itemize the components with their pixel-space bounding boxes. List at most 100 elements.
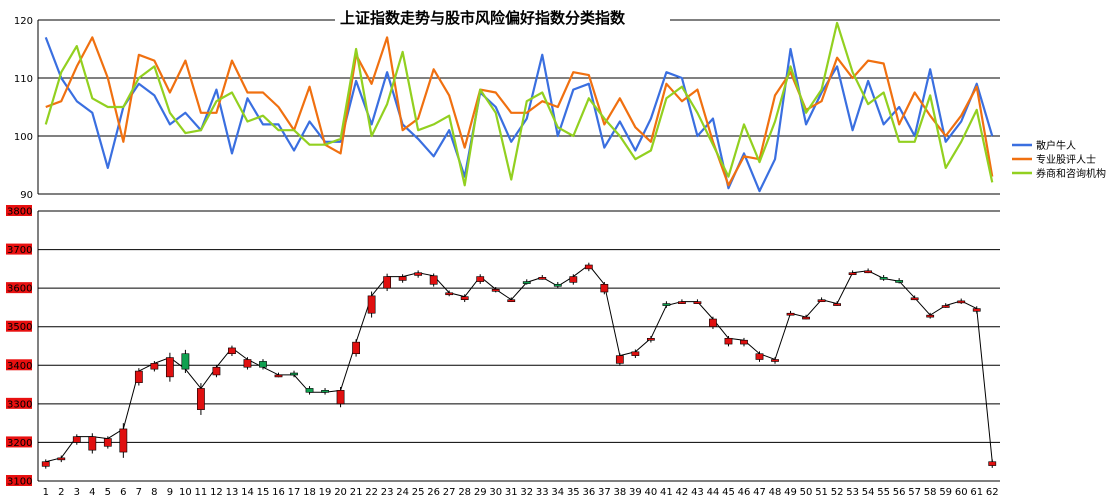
candle-body [57, 457, 66, 461]
candle-body [305, 388, 314, 393]
candle-body [988, 461, 997, 466]
x-tick-label: 51 [815, 487, 828, 498]
x-tick-label: 38 [613, 487, 626, 498]
x-tick-label: 40 [645, 487, 658, 498]
x-tick-label: 21 [350, 487, 363, 498]
x-axis: 1 2 3 4 5 6 7 8 9 10 11 12 13 14 15 16 17 18 19 20 21 22 23 24 2… [38, 480, 1000, 498]
candle-body [383, 276, 392, 289]
candle-body [817, 299, 826, 303]
candle-body [72, 436, 81, 443]
candle-body [553, 283, 562, 287]
x-tick-label: 47 [753, 487, 766, 498]
x-tick-label: 39 [629, 487, 642, 498]
bottom-y-tick-label: 3100 [7, 477, 32, 488]
candle-body [414, 272, 423, 276]
bottom-y-tick-label: 3700 [7, 245, 32, 256]
x-tick-label: 10 [179, 487, 192, 498]
x-tick-label: 16 [272, 487, 285, 498]
x-tick-label: 44 [707, 487, 720, 498]
candle-body [181, 353, 190, 370]
chart-area: 90 100 110 120 上证指数走势与股市风险偏好指数分类指数 散户牛人 专业股评… [0, 0, 1120, 500]
x-tick-label: 9 [167, 487, 173, 498]
candle-body [631, 351, 640, 356]
candle-body [662, 303, 671, 306]
x-tick-label: 7 [136, 487, 142, 498]
x-tick-label: 24 [396, 487, 409, 498]
candle-body [833, 303, 841, 306]
bottom-y-tick-label: 3800 [7, 207, 32, 218]
x-tick-label: 53 [846, 487, 859, 498]
candle-body [755, 353, 764, 360]
candle-body [103, 438, 112, 447]
candle-body [88, 436, 97, 451]
x-tick-label: 25 [412, 487, 425, 498]
bottom-chart-gridlines [38, 210, 1000, 482]
x-tick-label: 11 [195, 487, 208, 498]
x-tick-label: 54 [862, 487, 875, 498]
candle-body [771, 359, 779, 362]
candle-body [709, 318, 717, 328]
x-tick-label: 62 [986, 487, 999, 498]
candle-body [879, 277, 888, 280]
x-tick-label: 31 [505, 487, 518, 498]
candle-body [941, 305, 950, 308]
candle-body [228, 347, 236, 355]
x-tick-label: 15 [257, 487, 270, 498]
legend: 散户牛人专业股评人士券商和咨询机构 [1012, 139, 1106, 180]
candle-body [600, 283, 609, 293]
candle-body [926, 314, 935, 318]
candle-body [197, 388, 205, 410]
candle-body [848, 272, 857, 276]
x-tick-label: 49 [784, 487, 797, 498]
x-tick-label: 2 [58, 487, 64, 498]
x-tick-label: 50 [800, 487, 813, 498]
x-tick-label: 48 [769, 487, 782, 498]
candle-body [538, 277, 547, 280]
candle-body [584, 264, 593, 270]
x-tick-label: 59 [939, 487, 952, 498]
x-tick-label: 46 [738, 487, 751, 498]
x-tick-label: 52 [831, 487, 844, 498]
candle-body [693, 301, 702, 304]
x-tick-label: 41 [660, 487, 673, 498]
x-tick-label: 42 [676, 487, 689, 498]
series-line-3 [44, 21, 994, 187]
candle-body [864, 270, 873, 274]
top-y-tick-label: 120 [14, 16, 33, 27]
chart-title: 上证指数走势与股市风险偏好指数分类指数 [340, 9, 626, 27]
top-chart-gridlines [38, 19, 1000, 195]
x-tick-label: 57 [908, 487, 921, 498]
candle-body [678, 301, 686, 304]
x-tick-label: 28 [458, 487, 471, 498]
candle-body [290, 372, 298, 376]
x-tick-label: 8 [151, 487, 157, 498]
candle-body [429, 275, 438, 285]
top-y-tick-label: 90 [20, 190, 33, 201]
x-tick-label: 18 [303, 487, 316, 498]
top-chart-y-axis: 90 100 110 120 [14, 16, 39, 201]
candle-body [972, 308, 981, 312]
candle-body [352, 341, 360, 355]
x-tick-label: 43 [691, 487, 704, 498]
x-tick-label: 29 [474, 487, 487, 498]
candle-body [445, 292, 454, 296]
candle-body [895, 280, 904, 283]
bottom-y-tick-label: 3600 [7, 284, 32, 295]
x-tick-label: 35 [567, 487, 580, 498]
candle-body [274, 374, 283, 378]
x-tick-label: 1 [43, 487, 49, 498]
candle-body [321, 390, 329, 393]
x-tick-label: 23 [381, 487, 394, 498]
chart-svg: 90100110120 上证指数走势与股市风险偏好指数分类指数 散户牛人专业股评… [6, 7, 1106, 498]
legend-label: 散户牛人 [1036, 139, 1076, 152]
bottom-y-tick-label: 3200 [7, 438, 32, 449]
candle-body [802, 316, 810, 320]
candle-body [957, 300, 966, 304]
candle-body [243, 359, 252, 368]
bottom-chart-y-axis: 3100 3200 3300 3400 3500 3600 3700 3800 [6, 205, 39, 488]
candle-body [615, 355, 624, 364]
candle-body [165, 357, 174, 378]
x-tick-label: 56 [893, 487, 906, 498]
series-line-2 [45, 36, 994, 187]
x-tick-label: 30 [489, 487, 502, 498]
